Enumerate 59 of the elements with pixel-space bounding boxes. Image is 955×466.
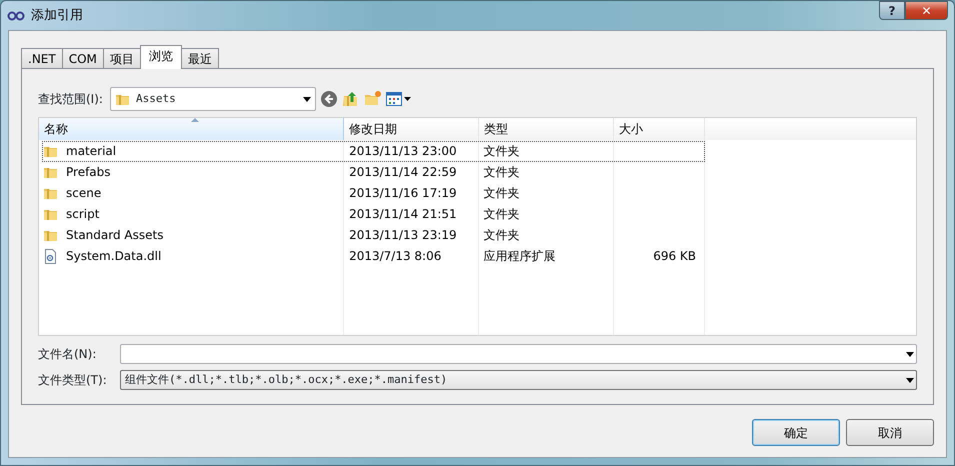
column-header[interactable]: 修改日期 xyxy=(344,118,479,140)
date-cell-text: 2013/7/13 8:06 xyxy=(348,249,442,263)
look-in-label: 查找范围(I): xyxy=(38,91,103,108)
file-name-cell[interactable]: Standard Assets xyxy=(61,226,164,245)
size-cell-text: 696 KB xyxy=(652,249,696,263)
file-type-dropdown[interactable]: 组件文件(*.dll;*.tlb;*.olb;*.ocx;*.exe;*.manifest) xyxy=(120,370,917,390)
file-type-label: 文件类型(T): xyxy=(38,372,108,389)
folder-icon xyxy=(43,165,58,180)
ok-button[interactable]: 确定 xyxy=(752,419,840,446)
date-cell-text: 2013/11/14 22:59 xyxy=(348,165,457,179)
file-row[interactable]: Prefabs 2013/11/14 22:59 文件夹 xyxy=(42,162,705,183)
file-row[interactable]: System.Data.dll 2013/7/13 8:06 应用程序扩展 696 KB xyxy=(42,246,705,267)
file-row[interactable]: scene 2013/11/16 17:19 文件夹 xyxy=(42,183,705,204)
type-cell-text: 文件夹 xyxy=(482,207,520,221)
date-cell-text: 2013/11/14 21:51 xyxy=(348,207,457,221)
file-row[interactable]: Standard Assets 2013/11/13 23:19 文件夹 xyxy=(42,225,705,246)
date-cell-text: 2013/11/16 17:19 xyxy=(348,186,457,200)
close-button[interactable]: ✕ xyxy=(905,1,948,20)
type-cell-text: 文件夹 xyxy=(482,165,520,179)
dropdown-arrow-icon[interactable] xyxy=(302,96,311,102)
column-header[interactable]: 名称 xyxy=(39,118,344,140)
app-icon xyxy=(7,10,25,20)
column-header[interactable]: 大小 xyxy=(614,118,705,140)
file-name-cell[interactable]: script xyxy=(61,205,100,224)
sort-ascending-icon xyxy=(191,118,199,122)
tab[interactable]: COM xyxy=(62,48,104,69)
type-cell-text: 文件夹 xyxy=(482,186,520,200)
type-cell-text: 文件夹 xyxy=(482,228,520,242)
tab[interactable]: .NET xyxy=(21,48,63,69)
date-cell-text: 2013/11/13 23:19 xyxy=(348,228,457,242)
back-icon[interactable] xyxy=(320,90,338,108)
column-header[interactable]: 类型 xyxy=(479,118,614,140)
file-name-field[interactable] xyxy=(120,344,917,364)
date-cell-text: 2013/11/13 23:00 xyxy=(348,144,457,158)
folder-icon xyxy=(43,186,58,201)
tab[interactable]: 最近 xyxy=(180,48,219,69)
file-name-label: 文件名(N): xyxy=(38,346,98,363)
dropdown-arrow-icon[interactable] xyxy=(906,378,914,382)
folder-icon xyxy=(43,207,58,222)
dll-file-icon xyxy=(43,249,58,264)
file-name-cell[interactable]: System.Data.dll xyxy=(61,247,162,266)
cancel-button[interactable]: 取消 xyxy=(846,419,934,446)
type-cell-text: 文件夹 xyxy=(482,144,520,158)
folder-icon xyxy=(43,144,58,159)
file-name-cell[interactable]: material xyxy=(61,142,116,161)
help-button[interactable]: ? xyxy=(879,1,905,20)
view-menu-icon[interactable] xyxy=(386,91,412,107)
folder-icon xyxy=(43,228,58,243)
dropdown-arrow-icon[interactable] xyxy=(906,352,914,356)
type-cell-text: 应用程序扩展 xyxy=(482,249,556,263)
file-name-cell[interactable]: Prefabs xyxy=(61,163,111,182)
tab[interactable]: 项目 xyxy=(102,48,141,69)
file-row[interactable]: script 2013/11/14 21:51 文件夹 xyxy=(42,204,705,225)
file-row[interactable]: material 2013/11/13 23:00 文件夹 xyxy=(42,141,705,162)
file-name-cell[interactable]: scene xyxy=(61,184,102,203)
look-in-dropdown[interactable]: Assets xyxy=(110,87,316,111)
tab[interactable]: 浏览 xyxy=(140,45,182,69)
up-folder-icon[interactable] xyxy=(342,90,360,108)
window-title: 添加引用 xyxy=(31,6,83,25)
